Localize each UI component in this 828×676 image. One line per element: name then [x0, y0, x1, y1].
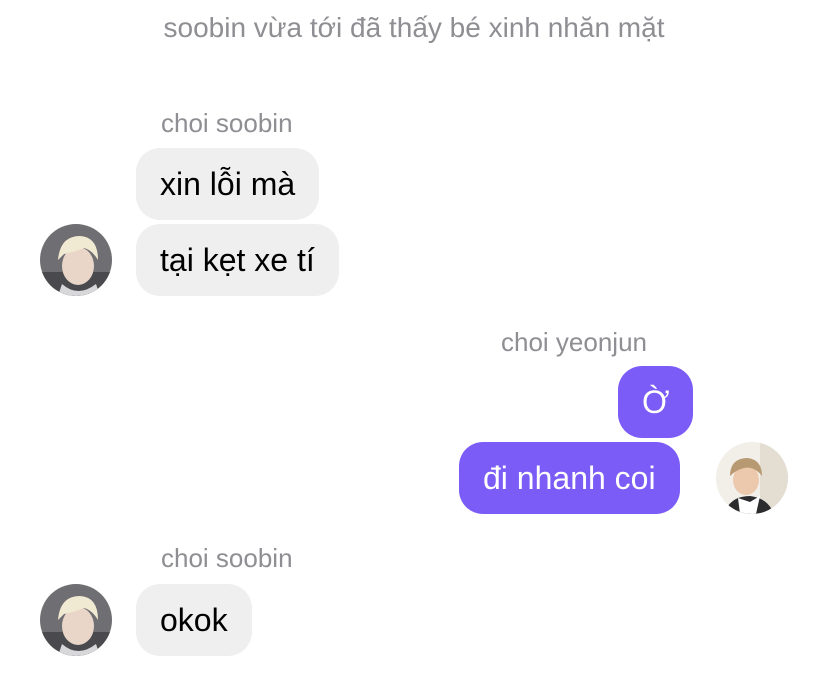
avatar[interactable] [40, 584, 112, 656]
sender-name: choi yeonjun [501, 327, 647, 357]
sender-name: choi soobin [161, 108, 293, 138]
avatar[interactable] [40, 224, 112, 296]
soobin-avatar-icon [40, 224, 112, 296]
message-bubble-outgoing[interactable]: Ờ [618, 366, 694, 438]
message-bubble-incoming[interactable]: okok [136, 584, 252, 656]
sender-name: choi soobin [161, 543, 293, 573]
message-bubble-incoming[interactable]: tại kẹt xe tí [136, 224, 339, 296]
message-bubble-outgoing[interactable]: đi nhanh coi [459, 442, 680, 514]
avatar[interactable] [716, 442, 788, 514]
system-message: soobin vừa tới đã thấy bé xinh nhăn mặt [163, 12, 665, 43]
message-bubble-incoming[interactable]: xin lỗi mà [136, 148, 320, 220]
yeonjun-avatar-icon [716, 442, 788, 514]
soobin-avatar-icon [40, 584, 112, 656]
